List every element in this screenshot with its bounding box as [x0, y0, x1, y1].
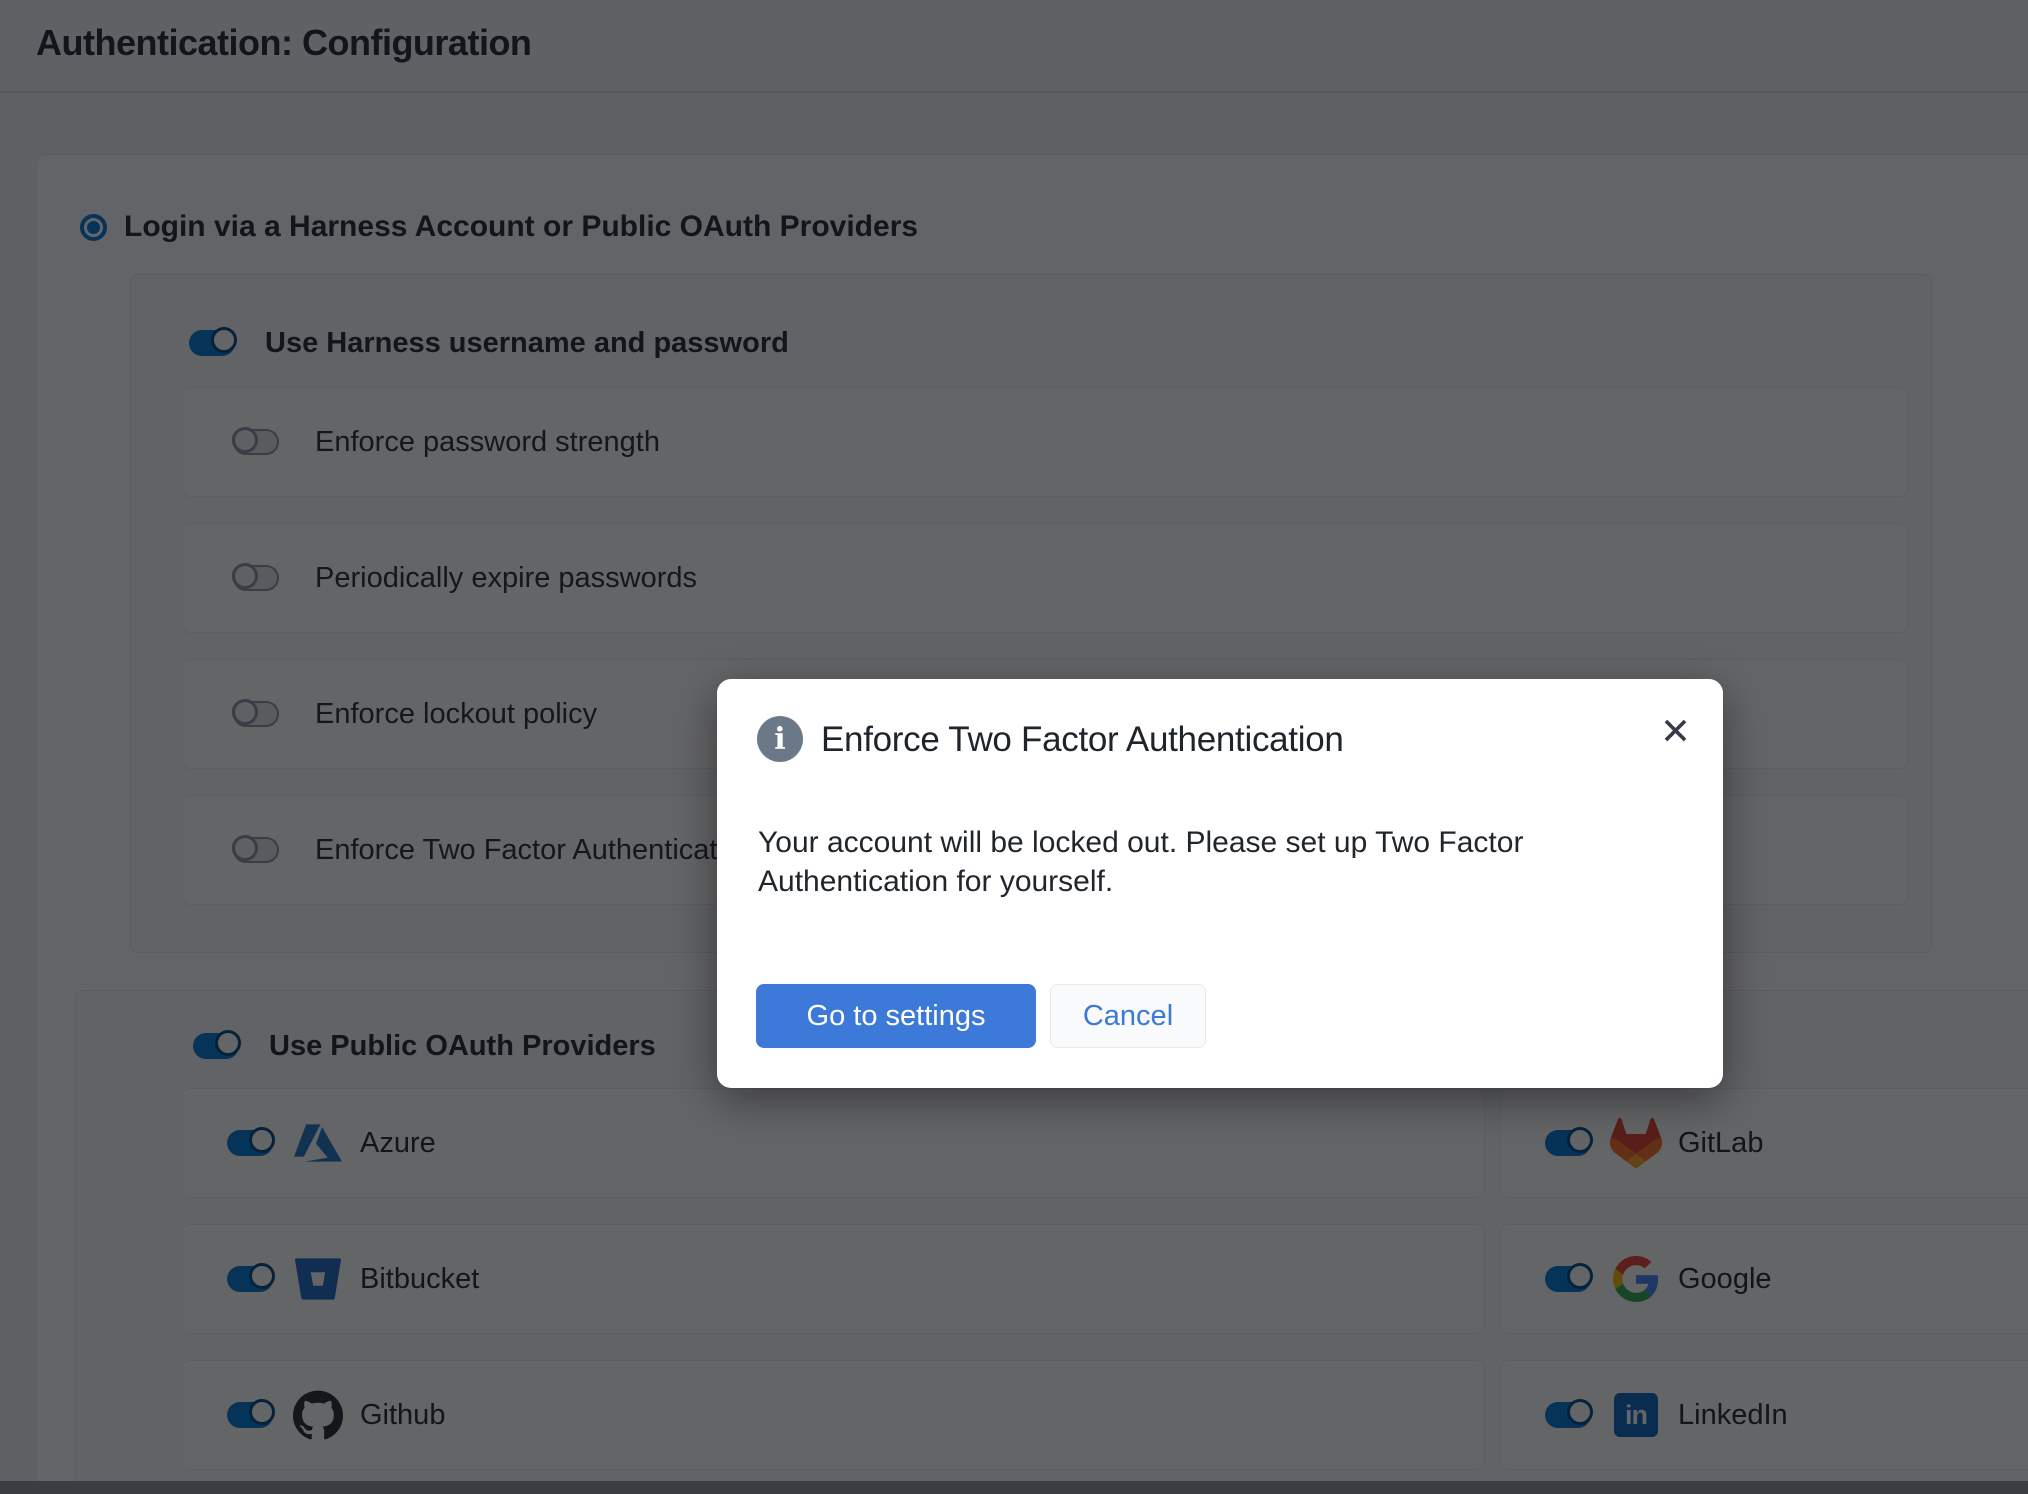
info-icon: i — [757, 716, 803, 762]
close-icon[interactable]: ✕ — [1660, 713, 1691, 750]
cancel-button[interactable]: Cancel — [1050, 984, 1206, 1048]
modal-body-text: Your account will be locked out. Please … — [758, 823, 1594, 901]
modal-title: Enforce Two Factor Authentication — [821, 720, 1344, 760]
enforce-two-factor-modal: i Enforce Two Factor Authentication ✕ Yo… — [717, 679, 1723, 1088]
go-to-settings-button[interactable]: Go to settings — [756, 984, 1036, 1048]
